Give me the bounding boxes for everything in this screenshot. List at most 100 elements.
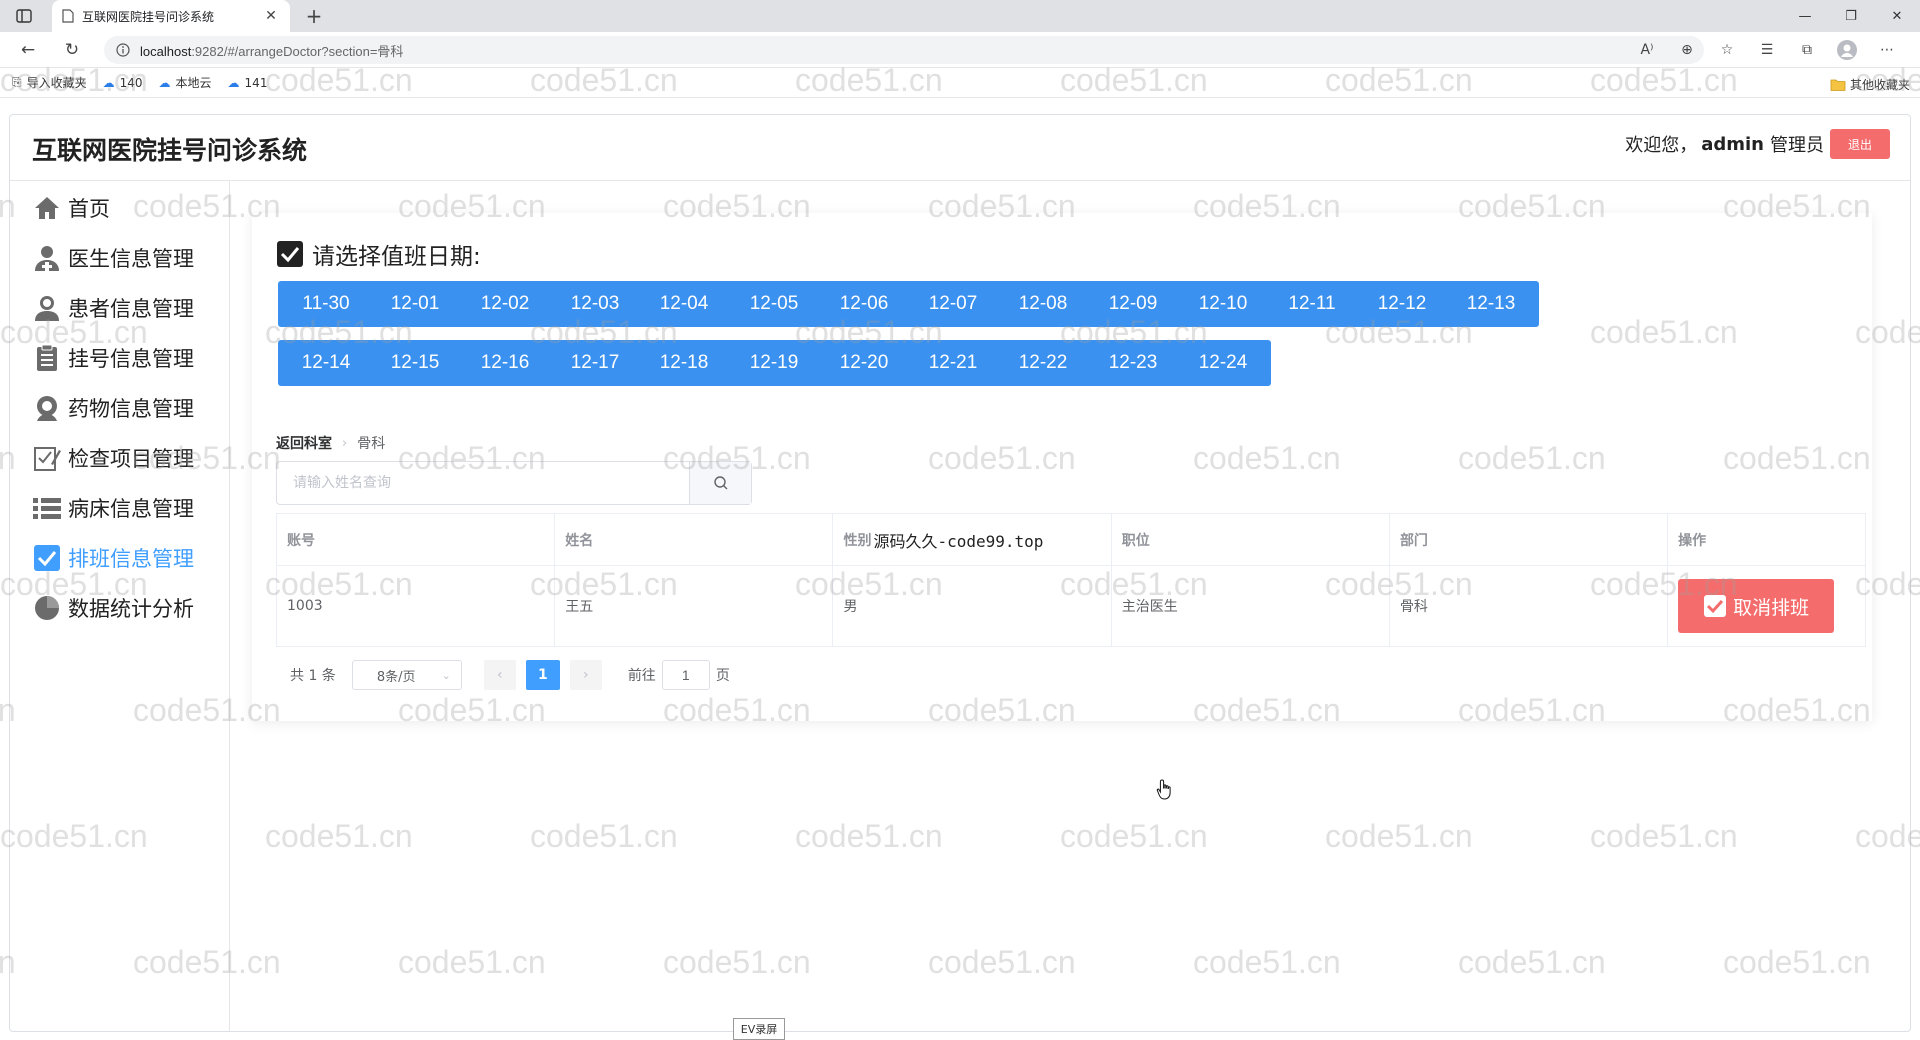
zoom-icon[interactable]: ⊕ bbox=[1674, 38, 1700, 62]
date-button[interactable]: 12-02 bbox=[457, 281, 553, 327]
sidebar-item-beds[interactable]: 病床信息管理 bbox=[10, 483, 229, 533]
date-button[interactable]: 12-10 bbox=[1175, 281, 1271, 327]
bookmark-140[interactable]: ☁ 140 bbox=[103, 76, 143, 90]
clipboard-icon bbox=[32, 343, 62, 373]
bookmark-local-cloud[interactable]: ☁ 本地云 bbox=[159, 74, 212, 91]
sidebar-item-medicine[interactable]: 药物信息管理 bbox=[10, 383, 229, 433]
next-page-button[interactable]: › bbox=[569, 660, 602, 690]
collections-icon[interactable]: ⧉ bbox=[1794, 38, 1820, 62]
bookmark-141[interactable]: ☁ 141 bbox=[228, 76, 268, 90]
browser-tab-bar: 互联网医院挂号问诊系统 ✕ + — ❐ ✕ bbox=[0, 0, 1920, 32]
more-menu-icon[interactable]: ⋯ bbox=[1874, 38, 1900, 62]
table-row: 1003 王五 男 主治医生 骨科 取消排班 bbox=[277, 566, 1865, 646]
logout-button[interactable]: 退出 bbox=[1830, 129, 1890, 159]
date-button[interactable]: 12-05 bbox=[726, 281, 822, 327]
date-button[interactable]: 12-09 bbox=[1085, 281, 1181, 327]
date-button[interactable]: 12-13 bbox=[1443, 281, 1539, 327]
sidebar-item-label: 排班信息管理 bbox=[68, 547, 194, 571]
app-title: 互联网医院挂号问诊系统 bbox=[32, 136, 308, 165]
restore-icon[interactable]: ❐ bbox=[1828, 0, 1874, 32]
sidebar-item-label: 检查项目管理 bbox=[68, 447, 194, 471]
schedule-panel: 请选择值班日期: 11-30 12-01 12-02 12-03 12-04 12-05 1… bbox=[252, 213, 1872, 721]
hand-cursor-icon bbox=[1156, 779, 1171, 800]
date-button[interactable]: 12-17 bbox=[547, 340, 643, 386]
date-button[interactable]: 12-18 bbox=[636, 340, 732, 386]
url-field[interactable]: localhost:9282/#/arrangeDoctor?section=骨… bbox=[104, 36, 1704, 64]
folder-icon bbox=[1830, 79, 1846, 91]
window-controls: — ❐ ✕ bbox=[1782, 0, 1920, 32]
date-button[interactable]: 12-12 bbox=[1354, 281, 1450, 327]
sidebar-item-label: 数据统计分析 bbox=[68, 597, 194, 621]
date-button[interactable]: 12-03 bbox=[547, 281, 643, 327]
doctor-table: 账号 姓名 性别 源码久久-code99.top 职位 部门 操作 1003 王五… bbox=[276, 513, 1866, 647]
sidebar-item-doctors[interactable]: 医生信息管理 bbox=[10, 233, 229, 283]
date-button[interactable]: 12-11 bbox=[1264, 281, 1360, 327]
search-button[interactable] bbox=[689, 462, 751, 504]
date-button[interactable]: 12-24 bbox=[1175, 340, 1271, 386]
search-input[interactable] bbox=[277, 462, 689, 504]
breadcrumb-back-link[interactable]: 返回科室 bbox=[276, 433, 332, 453]
profile-avatar-icon[interactable] bbox=[1834, 38, 1860, 62]
checkbox-icon bbox=[277, 241, 303, 267]
date-button[interactable]: 12-21 bbox=[905, 340, 1001, 386]
page-size-select[interactable]: 8条/页 ⌄ bbox=[351, 660, 462, 690]
goto-page-input[interactable] bbox=[661, 660, 710, 690]
pagination-total: 共 1 条 bbox=[290, 668, 336, 684]
read-aloud-icon[interactable]: A⁾ bbox=[1634, 38, 1660, 62]
stats-icon bbox=[32, 593, 62, 623]
sidebar-item-patients[interactable]: 患者信息管理 bbox=[10, 283, 229, 333]
sidebar-item-home[interactable]: 首页 bbox=[10, 183, 229, 233]
sidebar-item-schedule[interactable]: 排班信息管理 bbox=[10, 533, 229, 583]
header-action: 操作 bbox=[1678, 532, 1707, 549]
cancel-schedule-button[interactable]: 取消排班 bbox=[1678, 579, 1835, 633]
date-button[interactable]: 12-16 bbox=[457, 340, 553, 386]
date-button[interactable]: 12-07 bbox=[905, 281, 1001, 327]
cell-name: 王五 bbox=[555, 566, 834, 646]
date-button[interactable]: 12-08 bbox=[995, 281, 1091, 327]
date-button[interactable]: 12-22 bbox=[995, 340, 1091, 386]
date-button[interactable]: 12-01 bbox=[367, 281, 463, 327]
home-icon bbox=[32, 193, 62, 223]
cloud-icon: ☁ bbox=[102, 75, 115, 90]
favorite-add-icon[interactable]: ☆ bbox=[1714, 38, 1740, 62]
search-icon bbox=[713, 476, 727, 490]
user-area: 欢迎您， admin 管理员 退出 bbox=[1625, 129, 1890, 159]
date-button[interactable]: 12-06 bbox=[816, 281, 912, 327]
import-bookmark-icon: ⎘ bbox=[12, 75, 22, 89]
url-text: localhost:9282/#/arrangeDoctor?section=骨… bbox=[140, 43, 404, 59]
page-suffix: 页 bbox=[715, 668, 730, 684]
date-button[interactable]: 12-19 bbox=[726, 340, 822, 386]
sidebar-item-label: 首页 bbox=[68, 197, 110, 221]
patient-icon bbox=[32, 293, 62, 323]
sidebar-item-exams[interactable]: 检查项目管理 bbox=[10, 433, 229, 483]
bookmark-import[interactable]: ⎘ 导入收藏夹 bbox=[12, 74, 87, 91]
tab-close-icon[interactable]: ✕ bbox=[262, 8, 280, 24]
minimize-icon[interactable]: — bbox=[1782, 0, 1828, 32]
date-button[interactable]: 12-14 bbox=[278, 340, 374, 386]
sidebar-item-label: 病床信息管理 bbox=[68, 497, 194, 521]
date-button[interactable]: 12-04 bbox=[636, 281, 732, 327]
tab-actions-icon[interactable] bbox=[12, 6, 36, 26]
medicine-icon bbox=[32, 393, 62, 423]
tab-title: 互联网医院挂号问诊系统 bbox=[82, 9, 215, 24]
info-icon[interactable] bbox=[116, 43, 130, 57]
date-button[interactable]: 12-15 bbox=[367, 340, 463, 386]
date-button[interactable]: 11-30 bbox=[278, 281, 374, 327]
sidebar-item-stats[interactable]: 数据统计分析 bbox=[10, 583, 229, 633]
date-heading: 请选择值班日期: bbox=[276, 237, 481, 271]
back-icon[interactable]: ← bbox=[16, 38, 40, 62]
favorites-icon[interactable]: ☰ bbox=[1754, 38, 1780, 62]
date-button[interactable]: 12-20 bbox=[816, 340, 912, 386]
date-button[interactable]: 12-23 bbox=[1085, 340, 1181, 386]
header-department: 部门 bbox=[1390, 514, 1669, 565]
chevron-left-icon: ‹ bbox=[497, 667, 503, 683]
prev-page-button[interactable]: ‹ bbox=[483, 660, 516, 690]
page-number-button[interactable]: 1 bbox=[525, 660, 560, 690]
close-window-icon[interactable]: ✕ bbox=[1874, 0, 1920, 32]
reload-icon[interactable]: ↻ bbox=[60, 38, 84, 62]
sidebar-item-registration[interactable]: 挂号信息管理 bbox=[10, 333, 229, 383]
other-bookmarks[interactable]: 其他收藏夹 bbox=[1830, 76, 1910, 93]
checklist-icon bbox=[32, 443, 62, 473]
new-tab-icon[interactable]: + bbox=[302, 4, 326, 28]
browser-tab[interactable]: 互联网医院挂号问诊系统 ✕ bbox=[52, 0, 290, 32]
